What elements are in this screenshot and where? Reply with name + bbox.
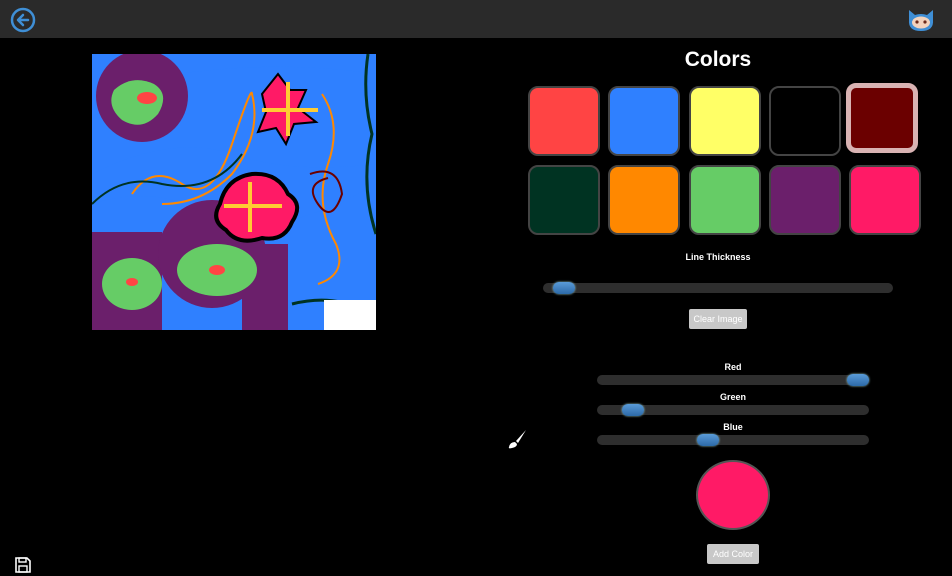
floppy-disk-icon[interactable] — [14, 556, 32, 574]
red-slider[interactable] — [597, 374, 869, 386]
paintbrush-icon — [508, 430, 526, 449]
color-swatch-1[interactable] — [528, 86, 600, 156]
blue-slider-thumb[interactable] — [697, 434, 719, 446]
drawing-artwork — [92, 54, 376, 330]
github-octocat-icon[interactable] — [906, 6, 936, 34]
line-thickness-label: Line Thickness — [685, 252, 751, 262]
color-swatch-10[interactable] — [849, 165, 921, 235]
red-slider-label: Red — [724, 362, 742, 372]
drawing-canvas[interactable] — [92, 54, 376, 330]
color-swatch-7[interactable] — [608, 165, 680, 235]
color-swatch-4[interactable] — [769, 86, 841, 156]
color-swatch-8[interactable] — [689, 165, 761, 235]
red-slider-thumb[interactable] — [847, 374, 869, 386]
color-swatch-3[interactable] — [689, 86, 761, 156]
color-swatch-6[interactable] — [528, 165, 600, 235]
blue-slider-label: Blue — [723, 422, 743, 432]
green-slider-thumb[interactable] — [622, 404, 644, 416]
green-slider-label: Green — [719, 392, 746, 402]
green-slider[interactable] — [597, 404, 869, 416]
color-swatch-2[interactable] — [608, 86, 680, 156]
add-color-button[interactable]: Add Color — [707, 544, 759, 564]
colors-heading: Colors — [684, 48, 752, 71]
blue-slider[interactable] — [597, 434, 869, 446]
color-preview-circle — [696, 460, 770, 530]
back-arrow-icon[interactable] — [10, 7, 36, 33]
color-swatch-5[interactable] — [846, 83, 918, 153]
color-swatch-9[interactable] — [769, 165, 841, 235]
line-thickness-thumb[interactable] — [552, 282, 575, 294]
top-bar — [0, 0, 952, 38]
line-thickness-slider[interactable] — [543, 282, 893, 294]
clear-image-button[interactable]: Clear Image — [689, 309, 747, 329]
